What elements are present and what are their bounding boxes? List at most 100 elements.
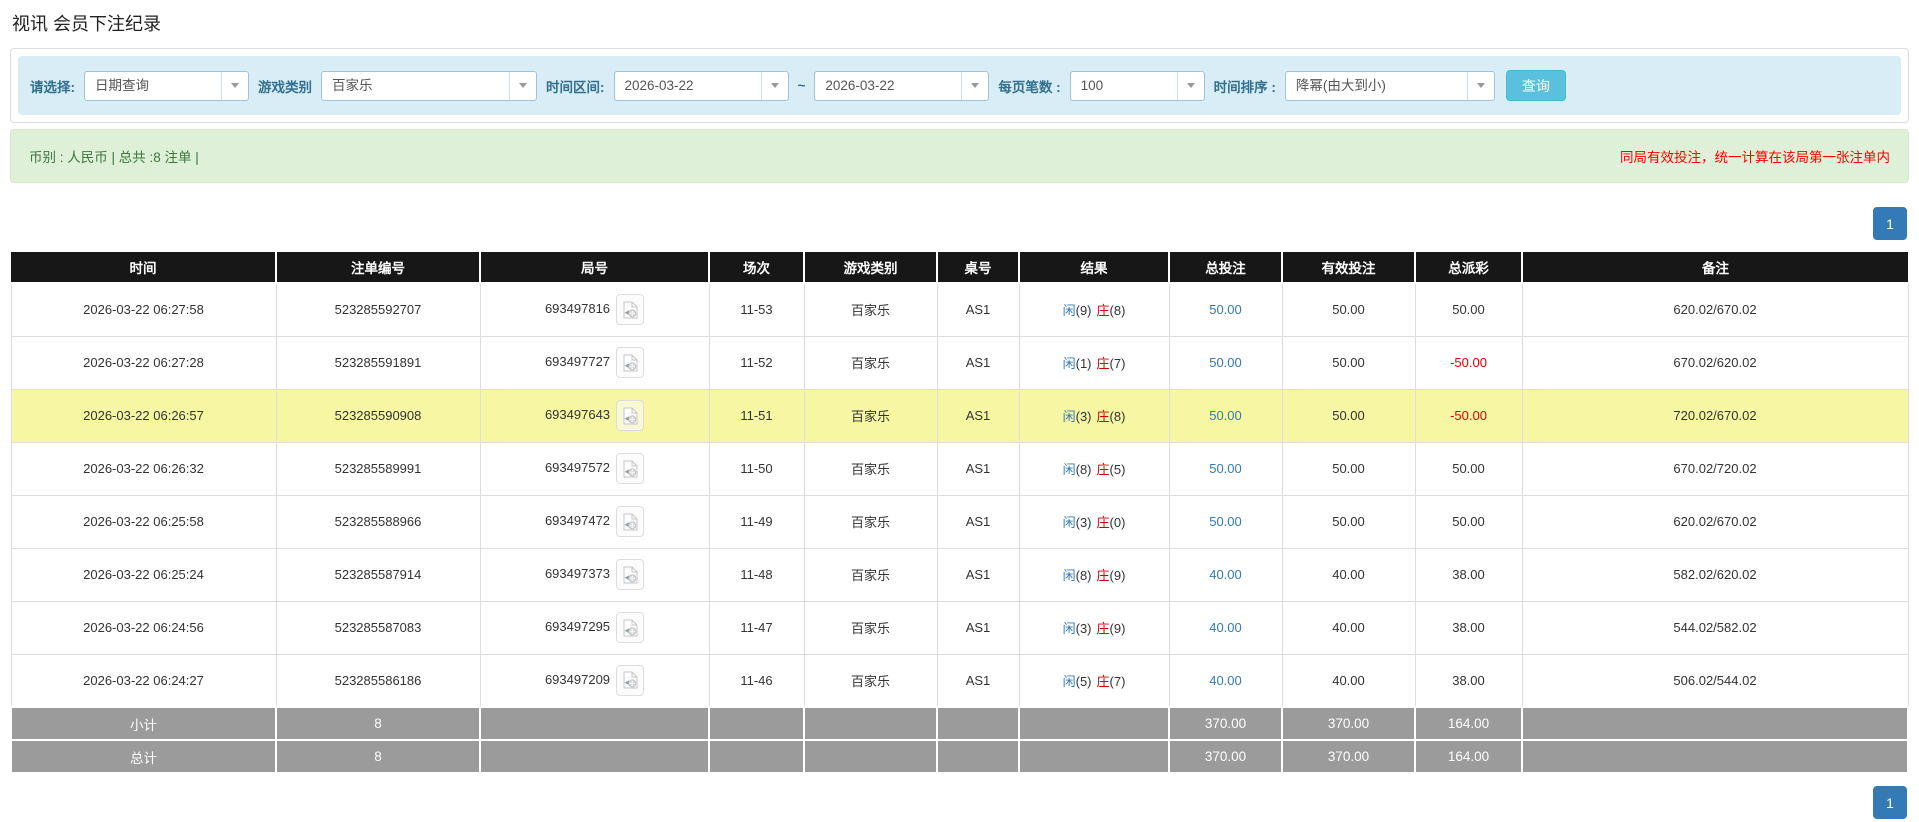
table-row[interactable]: 2026-03-22 06:26:32 523285589991 6934975…: [11, 442, 1908, 495]
total-bet-cell: 50.00: [1169, 495, 1282, 548]
round-id: 693497727: [545, 354, 610, 369]
table-row[interactable]: 2026-03-22 06:27:58 523285592707 6934978…: [11, 283, 1908, 336]
player-result-score: (9): [1076, 303, 1092, 318]
banker-result-label: 庄: [1097, 568, 1110, 583]
currency-summary-text: 币别 : 人民币 | 总共 :8 注单 |: [29, 146, 199, 166]
round-id: 693497472: [545, 513, 610, 528]
date-type-select[interactable]: 日期查询: [84, 71, 249, 101]
player-result-label: 闲: [1063, 568, 1076, 583]
round-cell: 693497816: [480, 283, 709, 336]
sort-order-select[interactable]: 降幂(由大到小): [1285, 71, 1495, 101]
total-bet-link[interactable]: 50.00: [1209, 408, 1242, 423]
video-replay-button[interactable]: [616, 453, 644, 484]
page-size-label: 每页笔数 :: [998, 76, 1060, 96]
summary-payout: 164.00: [1415, 707, 1522, 740]
valid-bet-cell: 50.00: [1282, 442, 1415, 495]
table-row[interactable]: 2026-03-22 06:24:56 523285587083 6934972…: [11, 601, 1908, 654]
video-replay-button[interactable]: [616, 347, 644, 378]
game-type-cell: 百家乐: [804, 601, 937, 654]
time-cell: 2026-03-22 06:26:32: [11, 442, 276, 495]
player-result-label: 闲: [1063, 303, 1076, 318]
page-size-select[interactable]: 100: [1070, 71, 1205, 101]
banker-result-score: (0): [1110, 515, 1126, 530]
session-cell: 11-46: [709, 654, 804, 707]
date-from-select[interactable]: 2026-03-22: [614, 71, 789, 101]
payout-cell: -50.00: [1415, 389, 1522, 442]
total-bet-link[interactable]: 40.00: [1209, 620, 1242, 635]
session-cell: 11-52: [709, 336, 804, 389]
filter-bar: 请选择: 日期查询 游戏类别 百家乐 时间区间: 2026-03-22 ~ 20…: [18, 56, 1901, 115]
video-replay-button[interactable]: [616, 612, 644, 643]
column-header: 场次: [709, 252, 804, 283]
table-body: 2026-03-22 06:27:58 523285592707 6934978…: [11, 283, 1908, 707]
date-type-label: 请选择:: [30, 76, 75, 96]
result-cell: 闲(1)庄(7): [1019, 336, 1169, 389]
empty-cell: [709, 740, 804, 773]
column-header: 局号: [480, 252, 709, 283]
total-bet-link[interactable]: 50.00: [1209, 302, 1242, 317]
game-type-cell: 百家乐: [804, 654, 937, 707]
time-cell: 2026-03-22 06:25:24: [11, 548, 276, 601]
round-id: 693497572: [545, 460, 610, 475]
total-bet-link[interactable]: 50.00: [1209, 514, 1242, 529]
payout-cell: 50.00: [1415, 495, 1522, 548]
date-to-select[interactable]: 2026-03-22: [814, 71, 989, 101]
session-cell: 11-50: [709, 442, 804, 495]
filter-panel: 请选择: 日期查询 游戏类别 百家乐 时间区间: 2026-03-22 ~ 20…: [10, 48, 1909, 123]
valid-bet-cell: 40.00: [1282, 654, 1415, 707]
video-file-icon: [623, 301, 638, 319]
pagination-bottom: 1: [12, 786, 1907, 819]
search-button[interactable]: 查询: [1506, 70, 1566, 101]
banker-result-label: 庄: [1097, 303, 1110, 318]
bet-id-cell: 523285592707: [276, 283, 480, 336]
game-type-select[interactable]: 百家乐: [321, 71, 537, 101]
game-type-cell: 百家乐: [804, 336, 937, 389]
player-result-score: (1): [1076, 356, 1092, 371]
page: 视讯 会员下注纪录 请选择: 日期查询 游戏类别 百家乐 时间区间: 2026-…: [0, 0, 1919, 822]
player-result-label: 闲: [1063, 515, 1076, 530]
session-cell: 11-47: [709, 601, 804, 654]
total-bet-cell: 50.00: [1169, 283, 1282, 336]
result-cell: 闲(5)庄(7): [1019, 654, 1169, 707]
empty-cell: [1019, 707, 1169, 740]
table-row[interactable]: 2026-03-22 06:25:58 523285588966 6934974…: [11, 495, 1908, 548]
bet-id-cell: 523285588966: [276, 495, 480, 548]
page-1-button[interactable]: 1: [1873, 207, 1907, 240]
table-row[interactable]: 2026-03-22 06:24:27 523285586186 6934972…: [11, 654, 1908, 707]
valid-bet-note: 同局有效投注，统一计算在该局第一张注单内: [1620, 146, 1890, 166]
total-bet-link[interactable]: 50.00: [1209, 461, 1242, 476]
table-row[interactable]: 2026-03-22 06:26:57 523285590908 6934976…: [11, 389, 1908, 442]
column-header: 总派彩: [1415, 252, 1522, 283]
game-type-cell: 百家乐: [804, 283, 937, 336]
session-cell: 11-53: [709, 283, 804, 336]
total-bet-link[interactable]: 40.00: [1209, 567, 1242, 582]
sort-order-label: 时间排序 :: [1214, 76, 1276, 96]
video-replay-button[interactable]: [616, 665, 644, 696]
table-footer: 小计 8 370.00 370.00 164.00 总计 8 370.00 37…: [11, 707, 1908, 773]
round-cell: 693497727: [480, 336, 709, 389]
total-bet-link[interactable]: 50.00: [1209, 355, 1242, 370]
banker-result-score: (9): [1110, 568, 1126, 583]
summary-row-count: 8: [276, 707, 480, 740]
table-row[interactable]: 2026-03-22 06:27:28 523285591891 6934977…: [11, 336, 1908, 389]
page-1-button-bottom[interactable]: 1: [1873, 786, 1907, 819]
summary-valid-bet: 370.00: [1282, 740, 1415, 773]
game-type-cell: 百家乐: [804, 389, 937, 442]
video-file-icon: [623, 513, 638, 531]
table-no-cell: AS1: [937, 495, 1019, 548]
video-replay-button[interactable]: [616, 400, 644, 431]
date-type-value: 日期查询: [85, 72, 221, 100]
video-replay-button[interactable]: [616, 559, 644, 590]
valid-bet-cell: 40.00: [1282, 601, 1415, 654]
video-file-icon: [623, 671, 638, 689]
round-cell: 693497373: [480, 548, 709, 601]
column-header: 总投注: [1169, 252, 1282, 283]
video-replay-button[interactable]: [616, 506, 644, 537]
video-replay-button[interactable]: [616, 294, 644, 325]
bet-id-cell: 523285591891: [276, 336, 480, 389]
table-row[interactable]: 2026-03-22 06:25:24 523285587914 6934973…: [11, 548, 1908, 601]
bet-id-cell: 523285590908: [276, 389, 480, 442]
total-bet-link[interactable]: 40.00: [1209, 673, 1242, 688]
payout-cell: 38.00: [1415, 654, 1522, 707]
banker-result-score: (8): [1110, 409, 1126, 424]
